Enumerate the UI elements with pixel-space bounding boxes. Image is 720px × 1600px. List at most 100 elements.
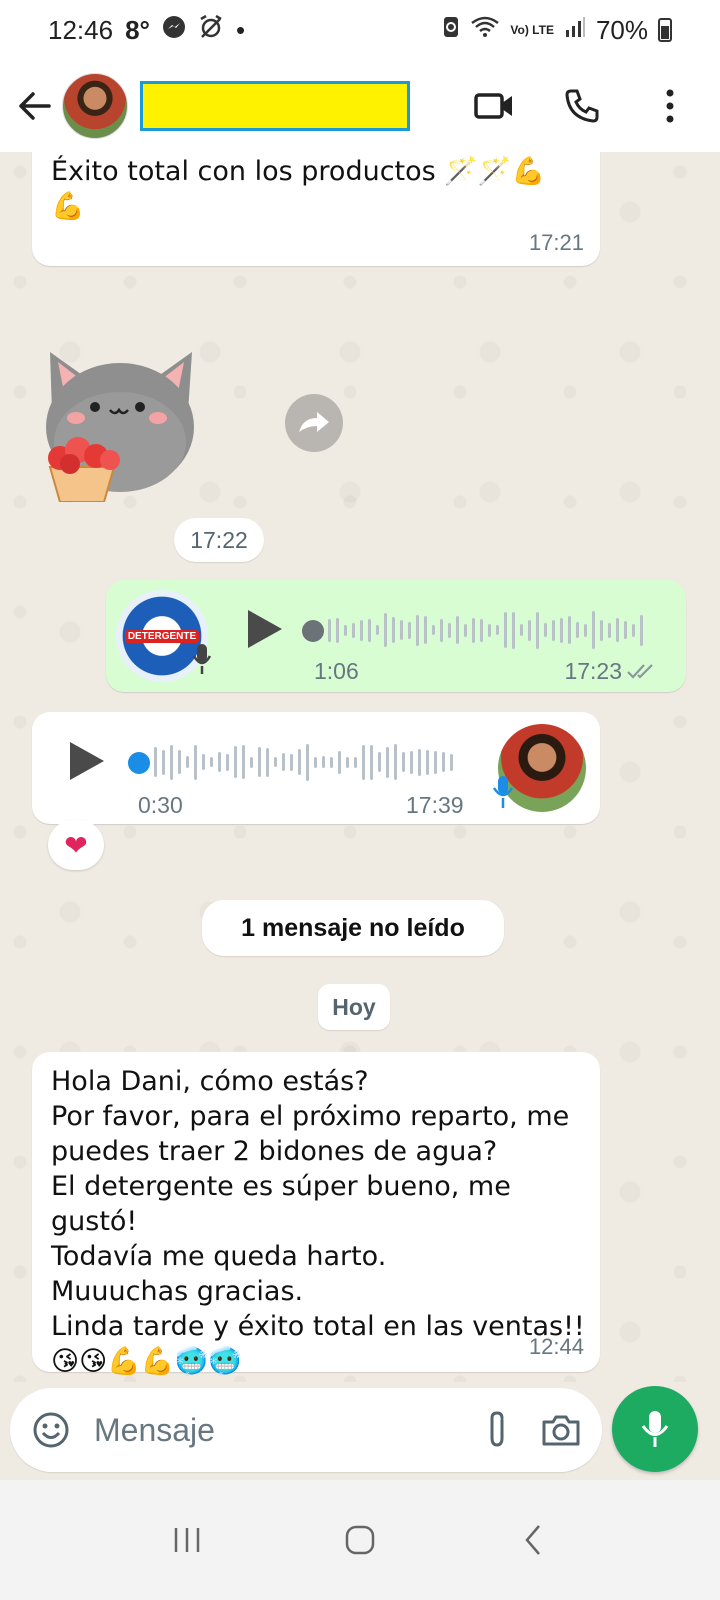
waveform-bar	[410, 750, 413, 774]
emoji-button[interactable]	[30, 1409, 72, 1451]
waveform-bar	[360, 619, 363, 641]
more-options-button[interactable]	[648, 84, 692, 128]
thumbnail-label: DETERGENTE	[124, 629, 200, 643]
waveform-bar	[378, 752, 381, 772]
waveform-bar	[512, 611, 515, 649]
incoming-voice-message[interactable]: 0:30 17:39	[32, 712, 600, 824]
waveform-bar	[266, 747, 269, 777]
play-button[interactable]	[70, 742, 104, 780]
message-time: 17:21	[528, 230, 584, 255]
status-time: 12:46	[48, 14, 114, 45]
waveform-bar	[552, 619, 555, 641]
waveform-bar	[322, 756, 325, 768]
waveform-bar	[434, 750, 437, 774]
message-time: 12:44	[528, 1334, 584, 1359]
waveform-bar	[544, 623, 547, 637]
waveform-bar	[536, 611, 539, 649]
waveform-bar	[424, 616, 427, 644]
paperclip-icon	[490, 1411, 504, 1447]
voice-record-button[interactable]	[612, 1386, 698, 1472]
chevron-left-icon	[525, 1525, 541, 1555]
read-checkmarks-icon	[626, 662, 658, 685]
waveform-bar	[392, 617, 395, 643]
message-time: 17:23	[564, 658, 622, 684]
waveform-bar	[306, 743, 309, 781]
play-button[interactable]	[248, 610, 282, 648]
signal-icon	[564, 16, 586, 44]
incoming-message[interactable]: Hola Dani, cómo estás? Por favor, para e…	[32, 1052, 600, 1377]
system-back-button[interactable]	[503, 1510, 563, 1570]
waveform-bar	[426, 749, 429, 775]
waveform-bar	[432, 625, 435, 635]
waveform-bar	[328, 618, 331, 642]
waveform-bar	[370, 744, 373, 780]
waveform-bar	[408, 621, 411, 639]
phone-call-icon	[565, 89, 599, 123]
waveform-bar	[290, 753, 293, 771]
video-call-icon	[474, 93, 512, 119]
waveform-bar	[528, 619, 531, 641]
contact-avatar[interactable]	[62, 73, 128, 139]
waveform-bar	[568, 616, 571, 644]
waveform-bar	[162, 749, 165, 775]
waveform-bar	[640, 614, 643, 646]
attach-button[interactable]	[476, 1409, 518, 1451]
voice-call-button[interactable]	[560, 84, 604, 128]
system-navigation-bar	[0, 1480, 720, 1600]
cat-sticker[interactable]	[40, 342, 200, 503]
voice-waveform[interactable]	[154, 742, 453, 782]
waveform-bar	[456, 616, 459, 644]
home-button[interactable]	[330, 1510, 390, 1570]
waveform-bar	[298, 749, 301, 775]
waveform-bar	[504, 612, 507, 648]
mic-badge-icon	[192, 642, 212, 683]
video-call-button[interactable]	[472, 84, 516, 128]
waveform-bar	[400, 620, 403, 640]
incoming-message[interactable]: Éxito total con los productos 🪄🪄💪 💪 17:2…	[32, 152, 600, 266]
waveform-bar	[386, 746, 389, 778]
waveform-bar	[440, 618, 443, 642]
voice-duration: 1:06	[314, 658, 359, 684]
back-button[interactable]	[14, 86, 54, 126]
outgoing-voice-message[interactable]: DETERGENTE 1:06 17:23	[106, 580, 686, 692]
waveform-bar	[464, 623, 467, 637]
date-divider: Hoy	[318, 984, 390, 1030]
message-input[interactable]: Mensaje	[94, 1412, 454, 1449]
waveform-bar	[234, 746, 237, 778]
message-text: Hola Dani, cómo estás? Por favor, para e…	[51, 1066, 585, 1377]
voice-waveform[interactable]	[328, 610, 643, 650]
camera-button[interactable]	[540, 1409, 582, 1451]
waveform-bar	[344, 624, 347, 636]
waveform-bar	[202, 754, 205, 770]
waveform-bar	[178, 750, 181, 774]
emoji-icon	[33, 1412, 69, 1448]
heart-reaction[interactable]: ❤	[48, 820, 104, 870]
battery-icon	[658, 18, 672, 42]
chat-area[interactable]: Éxito total con los productos 🪄🪄💪 💪 17:2…	[0, 152, 720, 1382]
waveform-bar	[632, 623, 635, 637]
seek-handle[interactable]	[302, 620, 324, 642]
messenger-icon	[162, 15, 186, 45]
recent-apps-button[interactable]	[157, 1510, 217, 1570]
waveform-bar	[250, 756, 253, 768]
waveform-bar	[368, 618, 371, 642]
seek-handle[interactable]	[128, 752, 150, 774]
message-time: 17:39	[406, 792, 464, 818]
forward-button[interactable]	[285, 394, 343, 452]
waveform-bar	[576, 622, 579, 638]
waveform-bar	[624, 621, 627, 639]
recent-apps-icon	[174, 1528, 199, 1552]
waveform-bar	[480, 618, 483, 642]
message-text: Éxito total con los productos 🪄🪄💪 💪	[51, 156, 546, 222]
waveform-bar	[448, 622, 451, 638]
waveform-bar	[560, 617, 563, 643]
waveform-bar	[496, 625, 499, 635]
waveform-bar	[194, 744, 197, 780]
waveform-bar	[170, 744, 173, 780]
chat-header	[0, 60, 720, 152]
contact-name-redacted[interactable]	[140, 81, 410, 131]
waveform-bar	[442, 752, 445, 772]
waveform-bar	[362, 744, 365, 780]
waveform-bar	[330, 756, 333, 768]
wifi-icon	[470, 15, 500, 45]
